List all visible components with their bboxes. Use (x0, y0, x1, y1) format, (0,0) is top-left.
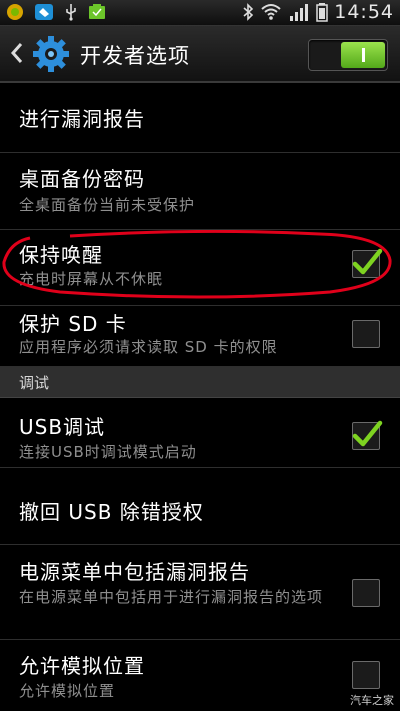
list-item-usb-debugging[interactable]: USB调试 连接USB时调试模式启动 (0, 398, 400, 468)
list-item-protect-sd[interactable]: 保护 SD 卡 应用程序必须请求读取 SD 卡的权限 (0, 306, 400, 367)
item-summary: 全桌面备份当前未受保护 (19, 196, 196, 214)
list-item-power-menu-bug-report[interactable]: 电源菜单中包括漏洞报告 在电源菜单中包括用于进行漏洞报告的选项 (0, 545, 400, 640)
item-title: 桌面备份密码 (19, 167, 145, 191)
item-summary: 连接USB时调试模式启动 (19, 443, 197, 461)
power-menu-bug-report-checkbox[interactable] (352, 579, 380, 607)
status-bar: 14:54 (0, 0, 400, 26)
item-title: 保持唤醒 (19, 243, 103, 267)
item-title: 进行漏洞报告 (19, 107, 145, 131)
list-item-mock-location[interactable]: 允许模拟位置 允许模拟位置 (0, 640, 400, 711)
wifi-icon (261, 4, 281, 20)
item-title: 电源菜单中包括漏洞报告 (19, 560, 250, 584)
item-summary: 在电源菜单中包括用于进行漏洞报告的选项 (19, 588, 324, 606)
item-title: USB调试 (19, 415, 106, 439)
system-status-icons: 14:54 (242, 1, 394, 23)
battery-full-icon (89, 4, 105, 19)
usb-debugging-checkbox[interactable] (352, 420, 383, 450)
item-title: 允许模拟位置 (19, 654, 145, 678)
signal-strength-icon (290, 4, 309, 21)
list-item-backup-password[interactable]: 桌面备份密码 全桌面备份当前未受保护 (0, 153, 400, 230)
clock: 14:54 (334, 1, 394, 23)
usb-icon (66, 4, 76, 21)
watermark: 汽车之家 (348, 692, 396, 708)
stay-awake-checkbox[interactable] (352, 248, 383, 278)
section-header-debugging: 调试 (0, 367, 400, 398)
developer-options-toggle[interactable] (308, 39, 388, 71)
item-summary: 充电时屏幕从不休眠 (19, 270, 164, 288)
list-item-revoke-usb-auth[interactable]: 撤回 USB 除错授权 (0, 468, 400, 545)
item-summary: 允许模拟位置 (19, 682, 116, 700)
item-title: 保护 SD 卡 (19, 312, 127, 336)
bluetooth-icon (243, 3, 254, 21)
protect-sd-checkbox[interactable] (352, 320, 380, 348)
list-item-stay-awake[interactable]: 保持唤醒 充电时屏幕从不休眠 (0, 230, 400, 306)
mock-location-checkbox[interactable] (352, 661, 380, 689)
page-title: 开发者选项 (80, 44, 190, 68)
battery-icon (316, 3, 328, 22)
app-notification-icon-2 (35, 4, 53, 20)
item-title: 撤回 USB 除错授权 (19, 500, 204, 524)
back-arrow-icon[interactable] (10, 42, 24, 64)
app-notification-icon (7, 4, 23, 20)
action-bar: 开发者选项 (0, 26, 400, 83)
list-item-bug-report[interactable]: 进行漏洞报告 (0, 83, 400, 153)
notification-icons (6, 3, 108, 21)
checkmark-icon (352, 248, 383, 275)
item-summary: 应用程序必须请求读取 SD 卡的权限 (19, 338, 278, 356)
toggle-knob (341, 42, 385, 68)
gear-icon (33, 36, 69, 72)
section-label: 调试 (19, 374, 50, 392)
checkmark-icon (352, 420, 383, 447)
